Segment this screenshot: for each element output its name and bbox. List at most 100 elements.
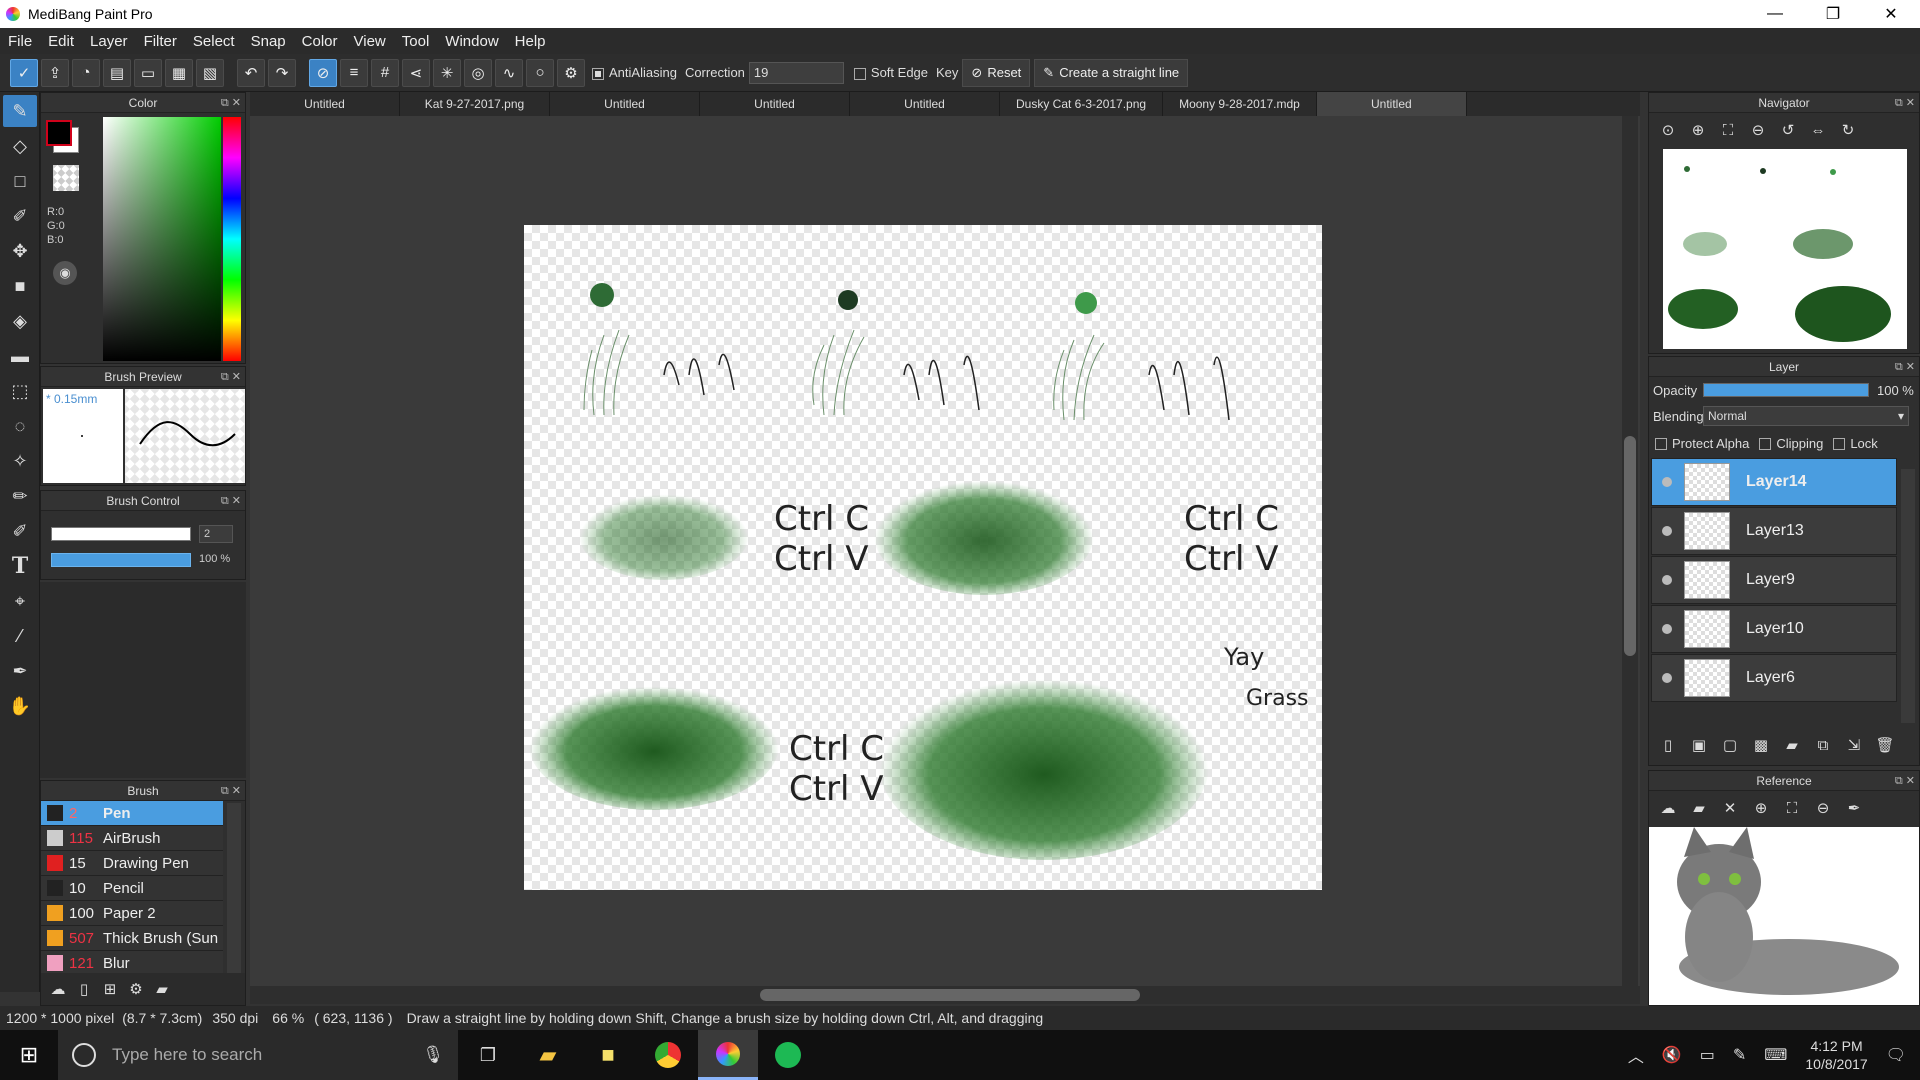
panel-icon[interactable]: ▤: [103, 58, 131, 87]
zoom-in-icon[interactable]: ⊕: [1748, 795, 1774, 821]
lock-checkbox[interactable]: [1833, 438, 1846, 451]
panel-controls-icon[interactable]: ⧉ ✕: [221, 367, 241, 387]
menu-view[interactable]: View: [346, 33, 394, 50]
chevron-up-icon[interactable]: ︿: [1628, 1043, 1644, 1067]
layer-item[interactable]: Layer6: [1651, 654, 1897, 702]
new-layer-icon[interactable]: ▯: [1655, 732, 1681, 758]
snap-off-icon[interactable]: ⊘: [309, 58, 337, 87]
saturation-value-picker[interactable]: [103, 117, 221, 361]
navigator-thumbnail[interactable]: [1663, 149, 1907, 349]
layer-item[interactable]: Layer10: [1651, 605, 1897, 653]
operation-tool-icon[interactable]: ⌖: [3, 585, 37, 617]
brush-item[interactable]: 507 Thick Brush (Sun: [41, 926, 223, 951]
sticky-notes-icon[interactable]: ■: [578, 1042, 638, 1068]
snap-circle-icon[interactable]: ○: [526, 58, 554, 87]
undo-icon[interactable]: ↶: [237, 58, 265, 87]
brush-item[interactable]: 2 Pen: [41, 801, 223, 826]
tab-document[interactable]: Kat 9-27-2017.png: [400, 92, 550, 116]
brush-item[interactable]: 10 Pencil: [41, 876, 223, 901]
zoom-actual-icon[interactable]: ⊙: [1655, 117, 1681, 143]
pen-workspace-icon[interactable]: ✎: [1733, 1045, 1746, 1065]
blending-select[interactable]: Normal ▾: [1703, 406, 1909, 426]
select-tool-icon[interactable]: ⬚: [3, 375, 37, 407]
layer-item[interactable]: Layer13: [1651, 507, 1897, 555]
snap-settings-icon[interactable]: ⚙: [557, 58, 585, 87]
move-tool-icon[interactable]: ✥: [3, 235, 37, 267]
new-1bit-layer-icon[interactable]: ▢: [1717, 732, 1743, 758]
gradient-tool-icon[interactable]: ▬: [3, 340, 37, 372]
microphone-icon[interactable]: 🎙: [422, 1045, 444, 1065]
antialiasing-checkbox[interactable]: [592, 67, 604, 80]
panel-controls-icon[interactable]: ⧉ ✕: [1895, 771, 1915, 791]
panel-controls-icon[interactable]: ⧉ ✕: [1895, 357, 1915, 377]
close-reference-icon[interactable]: ✕: [1717, 795, 1743, 821]
keyboard-icon[interactable]: ⌨: [1764, 1045, 1787, 1065]
brush-list-scrollbar[interactable]: [227, 803, 241, 973]
snap-curve-icon[interactable]: ∿: [495, 58, 523, 87]
windows-start-icon[interactable]: ⊞: [0, 1030, 58, 1080]
tab-document[interactable]: Untitled: [700, 92, 850, 116]
new-screentone-icon[interactable]: ▩: [1748, 732, 1774, 758]
tab-document[interactable]: Untitled: [850, 92, 1000, 116]
task-view-icon[interactable]: ❐: [458, 1045, 518, 1066]
brush-size-input[interactable]: 2: [199, 525, 233, 543]
add-brush-icon[interactable]: ⊞: [97, 976, 123, 1002]
magic-wand-tool-icon[interactable]: ✧: [3, 445, 37, 477]
menu-edit[interactable]: Edit: [40, 33, 82, 50]
menu-tool[interactable]: Tool: [394, 33, 438, 50]
tab-document[interactable]: Moony 9-28-2017.mdp: [1163, 92, 1317, 116]
fill-rect-tool-icon[interactable]: ■: [3, 270, 37, 302]
merge-layer-icon[interactable]: ⇲: [1841, 732, 1867, 758]
antialiasing-toggle[interactable]: AntiAliasing: [592, 65, 677, 80]
redo-icon[interactable]: ↷: [268, 58, 296, 87]
brush-item[interactable]: 115 AirBrush: [41, 826, 223, 851]
vertical-scroll-thumb[interactable]: [1624, 436, 1636, 656]
foreground-color-swatch[interactable]: [46, 120, 72, 146]
snap-concentric-icon[interactable]: ◎: [464, 58, 492, 87]
duplicate-layer-icon[interactable]: ⧉: [1810, 732, 1836, 758]
visibility-icon[interactable]: [1662, 673, 1672, 683]
adjust-icon[interactable]: ▧: [196, 58, 224, 87]
layer-opacity-slider[interactable]: [1703, 383, 1869, 397]
battery-icon[interactable]: ▭: [1700, 1045, 1715, 1065]
soft-edge-toggle[interactable]: Soft Edge: [853, 65, 928, 80]
zoom-in-icon[interactable]: ⊕: [1685, 117, 1711, 143]
menu-layer[interactable]: Layer: [82, 33, 136, 50]
correction-select[interactable]: [748, 61, 844, 84]
chrome-icon[interactable]: [638, 1042, 698, 1068]
panel-controls-icon[interactable]: ⧉ ✕: [221, 781, 241, 801]
new-halftone-layer-icon[interactable]: ▣: [1686, 732, 1712, 758]
snap-parallel-icon[interactable]: ≡: [340, 58, 368, 87]
visibility-icon[interactable]: [1662, 477, 1672, 487]
flip-icon[interactable]: ⇔: [1805, 117, 1831, 143]
eraser-tool-icon[interactable]: ◇: [3, 130, 37, 162]
rotate-left-icon[interactable]: ↺: [1775, 117, 1801, 143]
fit-screen-icon[interactable]: ⛶: [1715, 117, 1741, 143]
divide-tool-icon[interactable]: ⁄: [3, 620, 37, 652]
cloud-check-icon[interactable]: ✓: [10, 58, 38, 87]
hue-slider[interactable]: [223, 117, 241, 361]
clipping-checkbox[interactable]: [1759, 438, 1772, 451]
notification-icon[interactable]: 🗨: [1886, 1045, 1906, 1065]
menu-snap[interactable]: Snap: [243, 33, 294, 50]
delete-layer-icon[interactable]: 🗑: [1872, 732, 1898, 758]
visibility-icon[interactable]: [1662, 624, 1672, 634]
menu-filter[interactable]: Filter: [136, 33, 185, 50]
layer-list-scrollbar[interactable]: [1901, 469, 1915, 723]
horizontal-scroll-thumb[interactable]: [760, 989, 1140, 1001]
text-tool-icon[interactable]: T: [3, 550, 37, 582]
brush-settings-icon[interactable]: ⚙: [123, 976, 149, 1002]
bucket-tool-icon[interactable]: ◈: [3, 305, 37, 337]
clock[interactable]: 4:12 PM 10/8/2017: [1805, 1037, 1867, 1073]
select-pen-tool-icon[interactable]: ✏: [3, 480, 37, 512]
menu-help[interactable]: Help: [507, 33, 554, 50]
select-eraser-tool-icon[interactable]: ✐: [3, 515, 37, 547]
menu-window[interactable]: Window: [437, 33, 506, 50]
speaker-muted-icon[interactable]: 🔇: [1662, 1045, 1682, 1065]
lock-toggle[interactable]: Lock: [1833, 436, 1878, 451]
file-explorer-icon[interactable]: ▰: [518, 1042, 578, 1068]
brush-item[interactable]: 100 Paper 2: [41, 901, 223, 926]
lasso-tool-icon[interactable]: ◌: [3, 410, 37, 442]
spotify-icon[interactable]: [758, 1042, 818, 1068]
share-icon[interactable]: ⇪: [41, 58, 69, 87]
